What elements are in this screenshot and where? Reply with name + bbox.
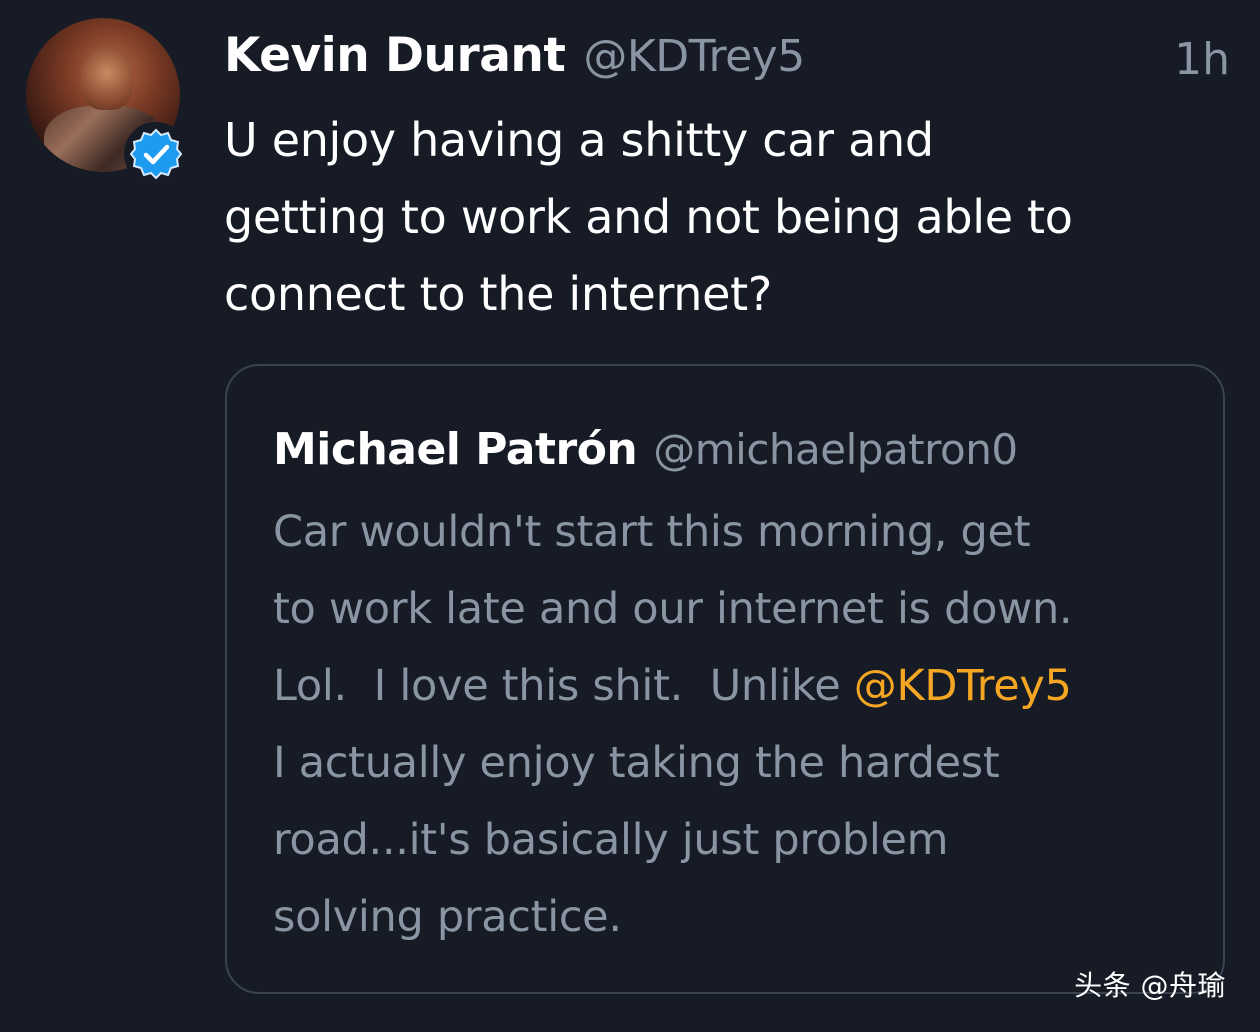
verified-check-icon: [130, 128, 182, 180]
tweet-text-line: connect to the internet?: [224, 267, 772, 321]
mention-link[interactable]: @KDTrey5: [854, 661, 1072, 711]
quoted-text-line: solving practice.: [273, 892, 622, 942]
quoted-text-segment: Lol. I love this shit. Unlike: [273, 661, 854, 711]
tweet-card[interactable]: Kevin Durant @KDTrey5 1h U enjoy having …: [0, 0, 1260, 1032]
tweet-text-line: getting to work and not being able to: [224, 190, 1073, 244]
quoted-tweet[interactable]: Michael Patrón @michaelpatron0 Car would…: [225, 364, 1225, 994]
verified-badge: [124, 122, 188, 186]
watermark: 头条 @舟瑜: [1074, 969, 1226, 1002]
tweet-header: Kevin Durant @KDTrey5: [224, 28, 805, 92]
quoted-text-line: to work late and our internet is down.: [273, 584, 1073, 634]
quoted-tweet-header: Michael Patrón @michaelpatron0: [273, 424, 1018, 475]
tweet-text-line: U enjoy having a shitty car and: [224, 113, 934, 167]
author-name[interactable]: Kevin Durant: [224, 28, 566, 83]
quoted-tweet-text: Car wouldn't start this morning, get to …: [273, 494, 1203, 956]
quoted-author-handle: @michaelpatron0: [653, 425, 1018, 474]
author-handle[interactable]: @KDTrey5: [583, 31, 805, 82]
tweet-timestamp[interactable]: 1h: [1174, 34, 1230, 85]
quoted-author-name: Michael Patrón: [273, 424, 638, 475]
quoted-text-line: road...it's basically just problem: [273, 815, 949, 865]
quoted-text-line: Lol. I love this shit. Unlike @KDTrey5: [273, 648, 1203, 725]
tweet-text: U enjoy having a shitty car and getting …: [224, 102, 1244, 333]
quoted-text-line: Car wouldn't start this morning, get: [273, 507, 1031, 557]
avatar-face: [81, 48, 133, 110]
quoted-text-line: I actually enjoy taking the hardest: [273, 738, 1000, 788]
avatar-container[interactable]: [26, 18, 188, 186]
